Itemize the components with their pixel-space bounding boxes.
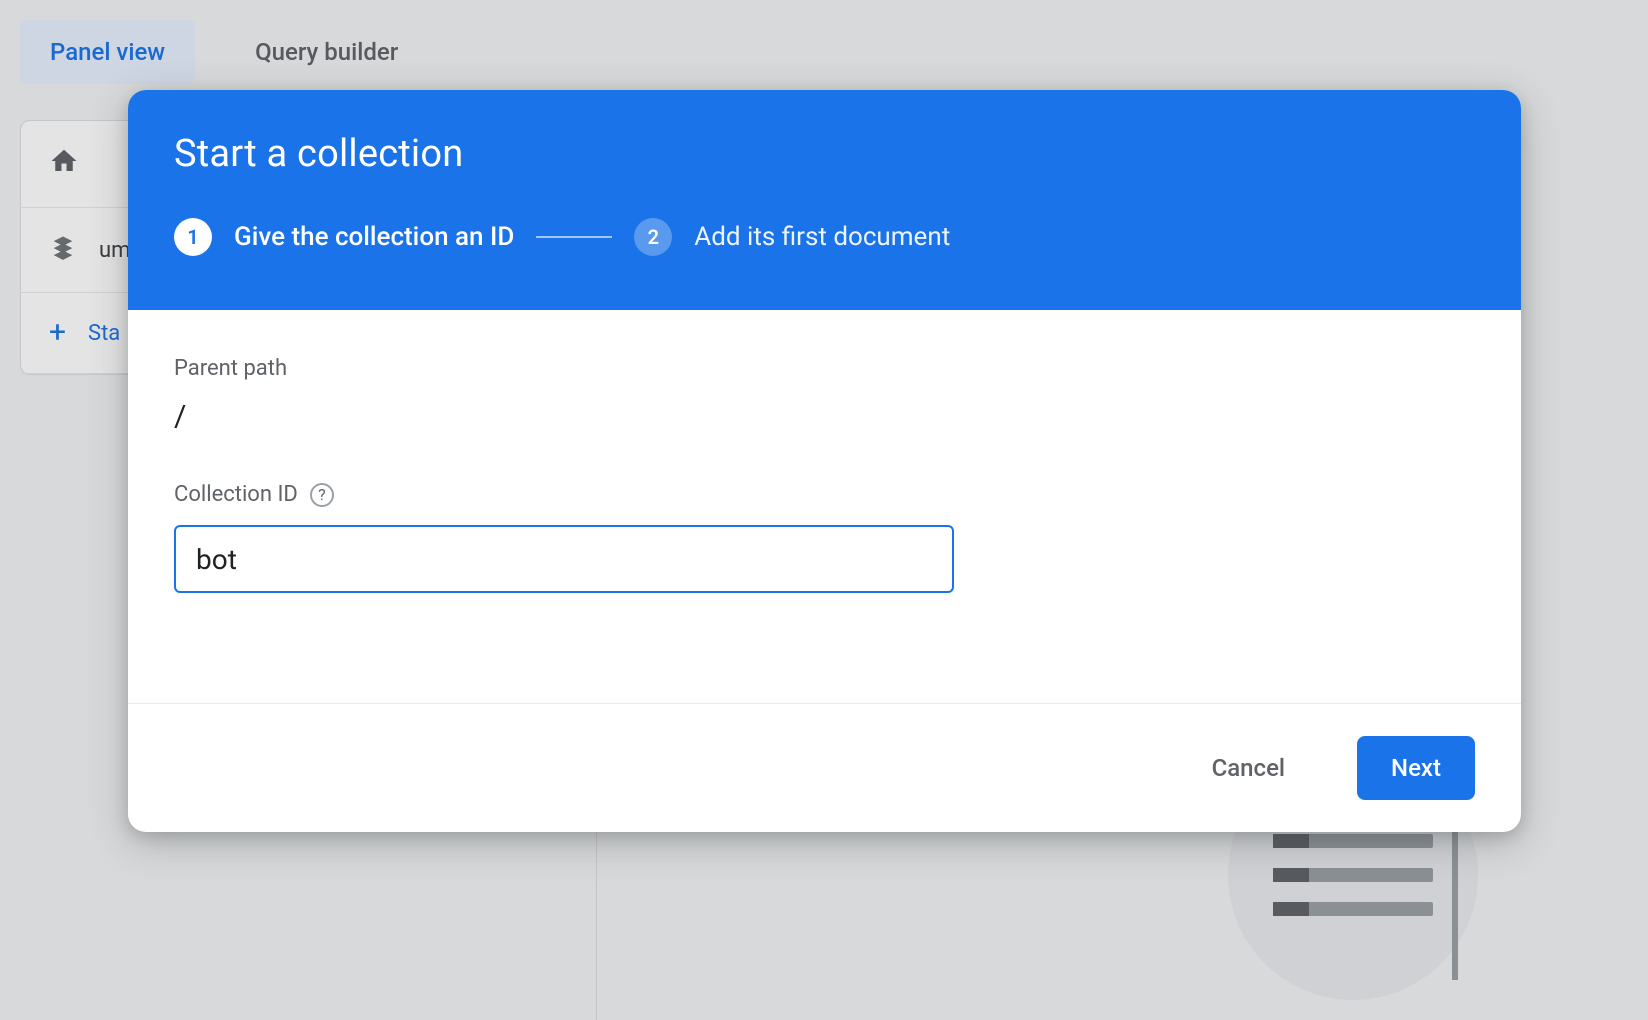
next-button[interactable]: Next xyxy=(1357,736,1475,800)
step-1: 1 Give the collection an ID xyxy=(174,218,514,256)
dialog-header: Start a collection 1 Give the collection… xyxy=(128,90,1521,310)
collection-id-label: Collection ID xyxy=(174,482,298,507)
step-connector xyxy=(536,236,612,238)
start-collection-dialog: Start a collection 1 Give the collection… xyxy=(128,90,1521,832)
parent-path-value: / xyxy=(174,399,1475,434)
step-1-number: 1 xyxy=(174,218,212,256)
step-2-label: Add its first document xyxy=(694,222,950,252)
dialog-footer: Cancel Next xyxy=(128,703,1521,832)
step-1-label: Give the collection an ID xyxy=(234,222,514,252)
dialog-title: Start a collection xyxy=(174,132,1475,176)
dialog-body: Parent path / Collection ID ? xyxy=(128,310,1521,703)
help-icon[interactable]: ? xyxy=(310,483,334,507)
parent-path-label: Parent path xyxy=(174,356,1475,381)
cancel-button[interactable]: Cancel xyxy=(1178,736,1319,800)
collection-id-group: Collection ID ? xyxy=(174,482,1475,593)
step-2: 2 Add its first document xyxy=(634,218,950,256)
step-2-number: 2 xyxy=(634,218,672,256)
stepper: 1 Give the collection an ID 2 Add its fi… xyxy=(174,218,1475,256)
collection-id-input[interactable] xyxy=(174,525,954,593)
parent-path-group: Parent path / xyxy=(174,356,1475,434)
